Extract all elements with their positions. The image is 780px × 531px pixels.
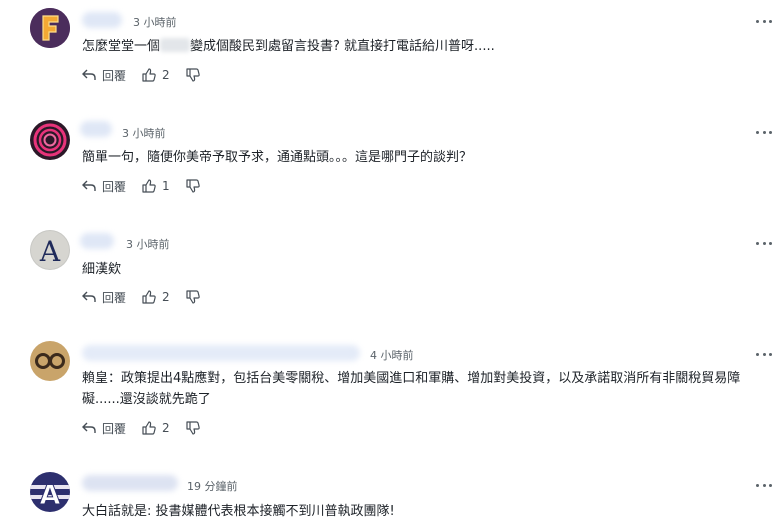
reply-label: 回覆 xyxy=(102,290,127,305)
like-button[interactable]: 2 xyxy=(142,290,170,304)
reply-label: 回覆 xyxy=(102,68,127,83)
comment-timestamp: 19 分鐘前 xyxy=(187,480,238,493)
comment-actions: 回覆 1 xyxy=(82,177,216,195)
dislike-button[interactable] xyxy=(186,68,200,82)
avatar[interactable]: A xyxy=(30,230,70,270)
avatar[interactable] xyxy=(30,120,70,160)
thumbs-down-icon xyxy=(186,179,200,193)
avatar[interactable]: A xyxy=(30,472,70,512)
like-button[interactable]: 1 xyxy=(142,179,170,193)
reply-icon xyxy=(82,422,96,433)
dislike-button[interactable] xyxy=(186,421,200,435)
thumbs-down-icon xyxy=(186,68,200,82)
like-count: 2 xyxy=(162,421,170,435)
like-count: 2 xyxy=(162,290,170,304)
comment-actions: 回覆 2 xyxy=(82,66,216,84)
reply-icon xyxy=(82,291,96,302)
comment-text: 怎麼堂堂一個 變成個酸民到處留言投書? 就直接打電話給川普呀..... xyxy=(82,38,495,54)
like-count: 1 xyxy=(162,179,170,193)
comment-timestamp: 4 小時前 xyxy=(370,349,414,362)
username-redacted[interactable] xyxy=(80,121,112,137)
more-options-icon[interactable] xyxy=(756,480,772,490)
comment-timestamp: 3 小時前 xyxy=(133,16,177,29)
comment-text: 大白話就是: 投書媒體代表根本接觸不到川普執政團隊! xyxy=(82,504,395,519)
username-redacted[interactable] xyxy=(80,233,114,249)
thumbs-down-icon xyxy=(186,421,200,435)
svg-text:A: A xyxy=(40,480,61,511)
redacted-text xyxy=(160,38,191,52)
reply-label: 回覆 xyxy=(102,421,127,436)
reply-button[interactable]: 回覆 xyxy=(82,289,126,306)
thumbs-up-icon xyxy=(142,290,156,304)
dislike-button[interactable] xyxy=(186,179,200,193)
like-count: 2 xyxy=(162,68,170,82)
like-button[interactable]: 2 xyxy=(142,68,170,82)
thumbs-up-icon xyxy=(142,68,156,82)
more-options-icon[interactable] xyxy=(756,16,772,26)
svg-text:A: A xyxy=(39,235,61,268)
comment-text: 簡單一句，隨便你美帝予取予求，通通點頭。。。這是哪門子的談判？ xyxy=(82,150,473,165)
username-redacted[interactable] xyxy=(82,345,360,361)
comment-timestamp: 3 小時前 xyxy=(126,238,170,251)
comment-timestamp: 3 小時前 xyxy=(122,127,166,140)
reply-button[interactable]: 回覆 xyxy=(82,420,126,437)
thumbs-up-icon xyxy=(142,179,156,193)
reply-icon xyxy=(82,180,96,191)
reply-button[interactable]: 回覆 xyxy=(82,67,126,84)
comment-actions: 回覆 2 xyxy=(82,288,216,306)
dislike-button[interactable] xyxy=(186,290,200,304)
reply-icon xyxy=(82,69,96,80)
thumbs-down-icon xyxy=(186,290,200,304)
reply-label: 回覆 xyxy=(102,179,127,194)
like-button[interactable]: 2 xyxy=(142,421,170,435)
more-options-icon[interactable] xyxy=(756,238,772,248)
comment-text: 賴皇：政策提出4點應對，包括台美零關稅、增加美國進口和軍購、增加對美投資，以及承… xyxy=(82,371,741,407)
thumbs-up-icon xyxy=(142,421,156,435)
more-options-icon[interactable] xyxy=(756,127,772,137)
avatar[interactable] xyxy=(30,341,70,381)
username-redacted[interactable] xyxy=(82,12,122,28)
comment-actions: 回覆 2 xyxy=(82,419,216,437)
more-options-icon[interactable] xyxy=(756,349,772,359)
username-redacted[interactable] xyxy=(82,475,178,491)
comment-text: 細漢欸 xyxy=(82,262,122,277)
reply-button[interactable]: 回覆 xyxy=(82,178,126,195)
avatar[interactable] xyxy=(30,8,70,48)
